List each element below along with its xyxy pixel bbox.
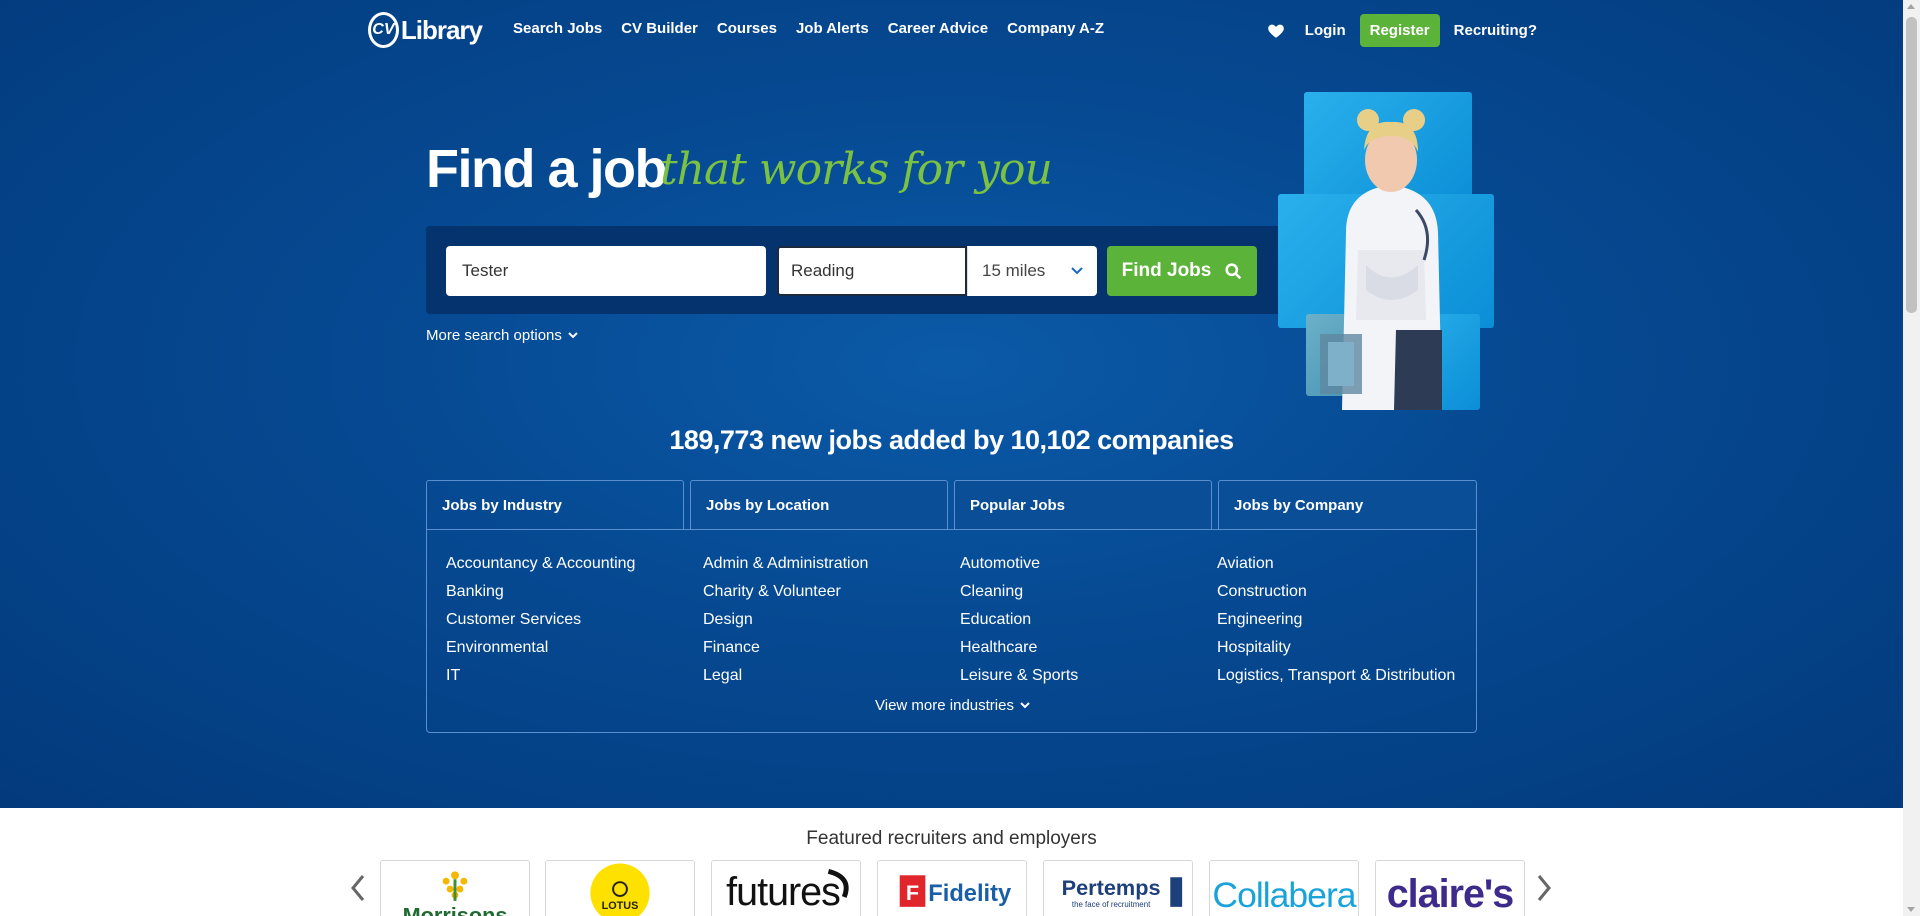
- logo-lotus[interactable]: LOTUS: [545, 860, 695, 916]
- industry-column: Admin & Administration Charity & Volunte…: [703, 550, 868, 690]
- industry-link[interactable]: Automotive: [960, 550, 1078, 578]
- logo-fidelity[interactable]: F Fidelity: [877, 860, 1027, 916]
- browse-tabs: Jobs by Industry Jobs by Location Popula…: [426, 480, 1477, 733]
- industry-link[interactable]: Engineering: [1217, 606, 1455, 634]
- logo-wordmark: Library: [400, 14, 483, 45]
- search-panel: 15 miles Find Jobs: [426, 226, 1290, 314]
- industry-link[interactable]: Education: [960, 606, 1078, 634]
- industry-link[interactable]: Admin & Administration: [703, 550, 868, 578]
- morrisons-logo: Morrisons: [403, 871, 508, 916]
- svg-text:Pertemps: Pertemps: [1062, 875, 1161, 900]
- scroll-down-arrow[interactable]: [1907, 907, 1915, 912]
- svg-text:Fidelity: Fidelity: [928, 881, 1012, 907]
- login-link[interactable]: Login: [1305, 22, 1346, 39]
- scroll-thumb[interactable]: [1906, 17, 1917, 313]
- industry-link[interactable]: IT: [446, 662, 635, 690]
- industry-link[interactable]: Legal: [703, 662, 868, 690]
- futures-logo: futures: [726, 868, 849, 914]
- industry-link[interactable]: Aviation: [1217, 550, 1455, 578]
- industry-link[interactable]: Design: [703, 606, 868, 634]
- radius-select[interactable]: 15 miles: [967, 246, 1097, 296]
- heart-icon[interactable]: [1267, 22, 1285, 40]
- logo-morrisons[interactable]: Morrisons: [380, 860, 530, 916]
- industry-link[interactable]: Healthcare: [960, 634, 1078, 662]
- logo-futures[interactable]: futures: [711, 860, 861, 916]
- claires-logo: claire's: [1387, 872, 1515, 916]
- featured-carousel: Morrisons LOTUS futures F Fidelity Perte…: [350, 860, 1560, 916]
- industry-link[interactable]: Leisure & Sports: [960, 662, 1078, 690]
- industry-link[interactable]: Charity & Volunteer: [703, 578, 868, 606]
- more-search-options[interactable]: More search options: [426, 327, 578, 344]
- svg-text:the face of recruitment: the face of recruitment: [1072, 900, 1151, 909]
- industry-link[interactable]: Logistics, Transport & Distribution: [1217, 662, 1455, 690]
- keywords-input[interactable]: [446, 246, 766, 296]
- industry-link[interactable]: Customer Services: [446, 606, 635, 634]
- tab-jobs-by-company[interactable]: Jobs by Company: [1218, 480, 1477, 530]
- industry-link[interactable]: Accountancy & Accounting: [446, 550, 635, 578]
- chevron-down-icon: [1020, 702, 1030, 709]
- svg-text:claire's: claire's: [1387, 872, 1514, 916]
- nav-cv-builder[interactable]: CV Builder: [621, 20, 698, 37]
- svg-text:Morrisons: Morrisons: [403, 903, 508, 916]
- woman-doctor-image: [1320, 109, 1442, 410]
- pertemps-logo: Pertemps the face of recruitment: [1062, 875, 1183, 909]
- hero-heading: Find a job: [426, 139, 667, 199]
- location-input[interactable]: [777, 246, 967, 296]
- logo-cv-mark: CV: [368, 12, 399, 48]
- cv-library-logo[interactable]: CV Library: [368, 8, 483, 52]
- nav-account: Login Register Recruiting?: [1267, 14, 1537, 47]
- svg-text:Collabera: Collabera: [1212, 875, 1356, 915]
- more-search-options-label: More search options: [426, 327, 562, 344]
- svg-text:futures: futures: [726, 870, 840, 914]
- top-nav: CV Library Search Jobs CV Builder Course…: [0, 0, 1903, 62]
- page: CV Library Search Jobs CV Builder Course…: [0, 0, 1903, 916]
- featured-title: Featured recruiters and employers: [806, 828, 1097, 849]
- recruiting-link[interactable]: Recruiting?: [1454, 22, 1537, 39]
- logo-collabera[interactable]: Collabera: [1209, 860, 1359, 916]
- chevron-right-icon[interactable]: [1536, 874, 1552, 902]
- page-scrollbar[interactable]: [1903, 0, 1920, 916]
- tab-popular-jobs[interactable]: Popular Jobs: [954, 480, 1212, 530]
- chevron-left-icon[interactable]: [350, 874, 366, 902]
- view-more-industries[interactable]: View more industries: [427, 697, 1478, 714]
- nav-courses[interactable]: Courses: [717, 20, 777, 37]
- industry-link[interactable]: Hospitality: [1217, 634, 1455, 662]
- industry-column: Accountancy & Accounting Banking Custome…: [446, 550, 635, 690]
- nav-company-a-z[interactable]: Company A-Z: [1007, 20, 1104, 37]
- industry-column: Automotive Cleaning Education Healthcare…: [960, 550, 1078, 690]
- collabera-logo: Collabera: [1212, 875, 1357, 915]
- svg-text:F: F: [906, 880, 919, 905]
- hero-image-collage: [1276, 90, 1496, 410]
- industry-link[interactable]: Banking: [446, 578, 635, 606]
- find-jobs-label: Find Jobs: [1121, 260, 1212, 281]
- nav-links: Search Jobs CV Builder Courses Job Alert…: [513, 20, 1123, 37]
- logo-claires[interactable]: claire's: [1375, 860, 1525, 916]
- industry-link[interactable]: Environmental: [446, 634, 635, 662]
- tab-jobs-by-industry[interactable]: Jobs by Industry: [426, 480, 684, 530]
- radius-value: 15 miles: [982, 261, 1046, 280]
- logo-pertemps[interactable]: Pertemps the face of recruitment: [1043, 860, 1193, 916]
- find-jobs-button[interactable]: Find Jobs: [1107, 246, 1257, 296]
- industry-column: Aviation Construction Engineering Hospit…: [1217, 550, 1455, 690]
- nav-career-advice[interactable]: Career Advice: [888, 20, 988, 37]
- industry-link[interactable]: Finance: [703, 634, 868, 662]
- search-icon: [1225, 262, 1242, 279]
- nav-search-jobs[interactable]: Search Jobs: [513, 20, 602, 37]
- chevron-down-icon: [1071, 267, 1083, 275]
- nav-job-alerts[interactable]: Job Alerts: [796, 20, 869, 37]
- svg-text:LOTUS: LOTUS: [602, 900, 639, 912]
- industry-link[interactable]: Cleaning: [960, 578, 1078, 606]
- register-button[interactable]: Register: [1359, 14, 1440, 47]
- tab-jobs-by-location[interactable]: Jobs by Location: [690, 480, 948, 530]
- industry-panel: Accountancy & Accounting Banking Custome…: [426, 529, 1477, 733]
- lotus-logo: LOTUS: [590, 863, 650, 916]
- hero-section: CV Library Search Jobs CV Builder Course…: [0, 0, 1903, 808]
- industry-link[interactable]: Construction: [1217, 578, 1455, 606]
- scroll-up-arrow[interactable]: [1907, 4, 1915, 9]
- chevron-down-icon: [568, 332, 578, 339]
- view-more-label: View more industries: [875, 697, 1014, 714]
- fidelity-logo: F Fidelity: [899, 875, 1012, 907]
- hero-heading-script: that works for you: [660, 144, 1053, 195]
- jobs-stats: 189,773 new jobs added by 10,102 compani…: [669, 425, 1234, 455]
